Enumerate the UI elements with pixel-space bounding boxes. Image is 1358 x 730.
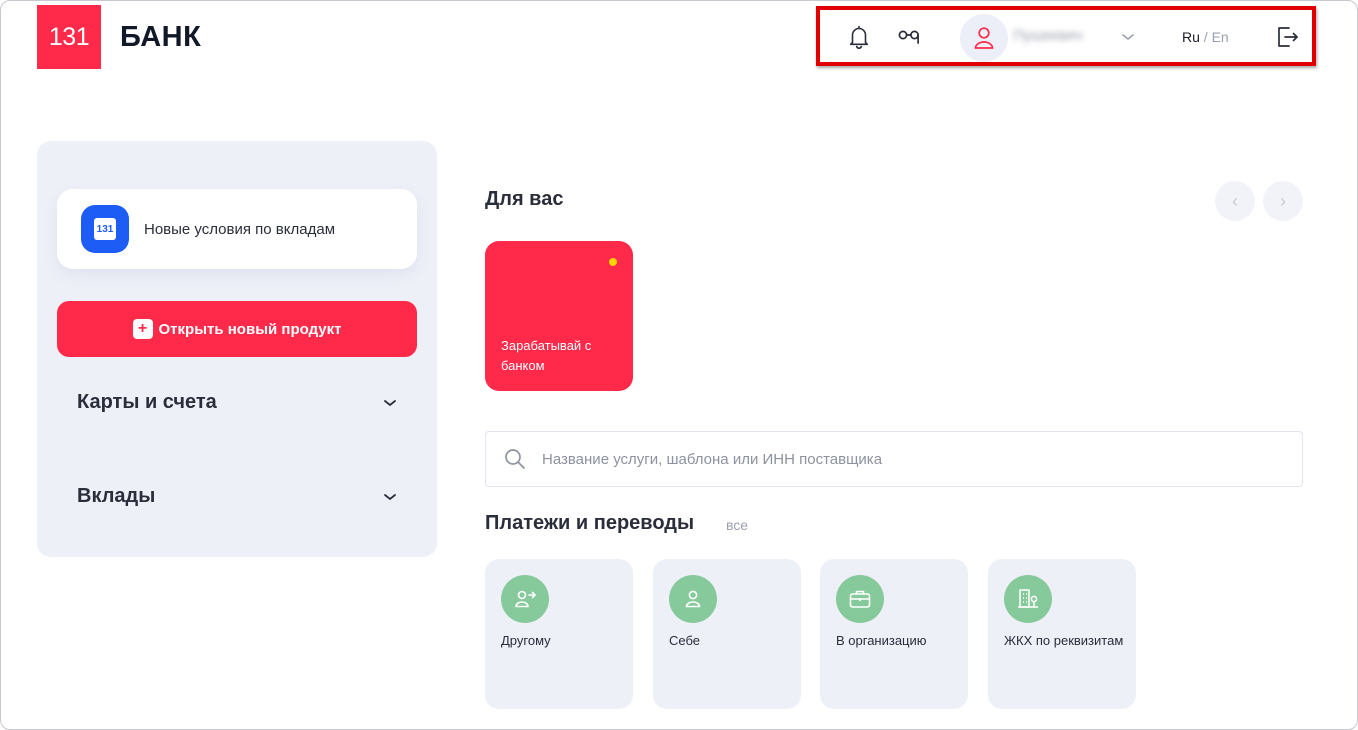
payment-label: В организацию — [836, 633, 927, 648]
for-you-title: Для вас — [485, 188, 564, 210]
app-window: 131 БАНК Пушкевич Ru / En 131 Новые усло… — [0, 0, 1358, 730]
person-icon — [669, 575, 717, 623]
plus-icon: + — [132, 319, 153, 339]
chat-icon[interactable] — [894, 23, 924, 51]
calendar-icon-label: 131 — [94, 218, 116, 240]
user-icon — [974, 27, 994, 49]
open-new-product-label: Открыть новый продукт — [158, 320, 342, 338]
brand-name: БАНК — [120, 21, 202, 53]
promo-banner[interactable]: 131 Новые условия по вкладам — [57, 189, 417, 269]
sidebar: 131 Новые условия по вкладам + Открыть н… — [37, 141, 437, 557]
carousel-prev-button[interactable]: ‹ — [1215, 181, 1255, 221]
payments-all-link[interactable]: все — [726, 517, 748, 533]
logout-icon[interactable] — [1273, 23, 1303, 51]
payment-card-organization[interactable]: В организацию — [820, 559, 968, 709]
offer-card-earn[interactable]: Зарабатывай с банком — [485, 241, 633, 391]
briefcase-icon — [836, 575, 884, 623]
chevron-down-icon[interactable] — [383, 398, 397, 408]
lang-en-option[interactable]: En — [1212, 29, 1229, 45]
new-indicator-dot — [609, 258, 617, 266]
bell-icon[interactable] — [844, 23, 874, 51]
building-icon — [1004, 575, 1052, 623]
open-new-product-button[interactable]: + Открыть новый продукт — [57, 301, 417, 357]
offer-card-text: Зарабатывай с банком — [501, 338, 592, 373]
chevron-down-icon[interactable] — [1121, 29, 1137, 43]
promo-text: Новые условия по вкладам — [144, 220, 336, 238]
payment-card-other[interactable]: Другому — [485, 559, 633, 709]
search-input[interactable] — [542, 450, 1242, 468]
payments-title: Платежи и переводы — [485, 512, 695, 534]
payment-label: Себе — [669, 633, 701, 648]
carousel-next-button[interactable]: › — [1263, 181, 1303, 221]
section-title: Вклады — [77, 485, 156, 507]
section-title: Карты и счета — [77, 391, 217, 413]
payment-label: Другому — [501, 633, 551, 648]
section-deposits[interactable]: Вклады — [77, 485, 397, 508]
person-transfer-icon — [501, 575, 549, 623]
lang-separator: / — [1199, 29, 1212, 45]
calendar-icon: 131 — [81, 205, 129, 253]
bank-logo[interactable]: 131 — [37, 5, 101, 69]
language-switcher: Ru / En — [1182, 29, 1229, 45]
payment-card-self[interactable]: Себе — [653, 559, 801, 709]
service-search — [485, 431, 1303, 487]
payment-card-utilities[interactable]: ЖКХ по реквизитам — [988, 559, 1136, 709]
user-name[interactable]: Пушкевич — [1013, 27, 1113, 47]
payment-label: ЖКХ по реквизитам — [1004, 633, 1124, 648]
section-cards-accounts[interactable]: Карты и счета — [77, 391, 397, 414]
search-icon — [505, 449, 525, 469]
lang-ru-option[interactable]: Ru — [1182, 29, 1200, 45]
chevron-down-icon[interactable] — [383, 492, 397, 502]
user-avatar[interactable] — [960, 14, 1008, 62]
